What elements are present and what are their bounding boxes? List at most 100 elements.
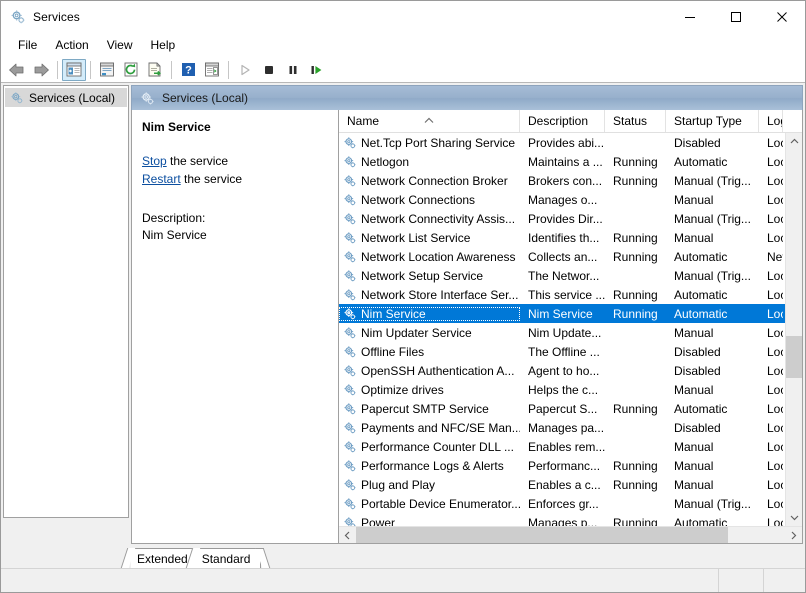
menu-help[interactable]: Help — [142, 35, 185, 55]
service-name-label: Net.Tcp Port Sharing Service — [361, 136, 515, 150]
service-name-label: Network Location Awareness — [361, 250, 516, 264]
stop-service-icon[interactable] — [257, 59, 281, 81]
help-icon[interactable]: ? — [176, 59, 200, 81]
table-row[interactable]: Papercut SMTP ServicePapercut S...Runnin… — [339, 399, 785, 418]
table-row[interactable]: PowerManages p...RunningAutomaticLoc — [339, 513, 785, 526]
pause-service-icon[interactable] — [281, 59, 305, 81]
sidebar-item-services-local[interactable]: Services (Local) — [5, 88, 127, 107]
cell-status: Running — [605, 231, 666, 245]
cell-description: Maintains a ... — [520, 155, 605, 169]
scroll-up-arrow-icon[interactable] — [786, 133, 802, 150]
service-gear-icon — [343, 326, 357, 340]
table-row[interactable]: Network Setup ServiceThe Networ...Manual… — [339, 266, 785, 285]
column-header-label: Status — [613, 114, 647, 128]
services-gear-icon — [10, 9, 26, 25]
column-header-log-on-as[interactable]: Log — [759, 110, 783, 132]
horizontal-scrollbar[interactable] — [339, 526, 802, 543]
show-hide-console-tree-icon[interactable] — [62, 59, 86, 81]
table-row[interactable]: Payments and NFC/SE Man...Manages pa...D… — [339, 418, 785, 437]
service-name-label: Nim Service — [361, 307, 426, 321]
console-tree-pane: Services (Local) — [3, 85, 129, 518]
service-gear-icon — [343, 288, 357, 302]
menu-file[interactable]: File — [9, 35, 46, 55]
table-row[interactable]: Plug and PlayEnables a c...RunningManual… — [339, 475, 785, 494]
service-gear-icon — [343, 497, 357, 511]
table-row[interactable]: Network Location AwarenessCollects an...… — [339, 247, 785, 266]
service-gear-icon — [343, 440, 357, 454]
restart-service-icon[interactable] — [305, 59, 329, 81]
toolbar-separator — [171, 61, 172, 79]
maximize-button[interactable] — [713, 1, 759, 33]
service-gear-icon — [343, 459, 357, 473]
column-header-status[interactable]: Status — [605, 110, 666, 132]
horizontal-scroll-track[interactable] — [356, 527, 785, 543]
service-gear-icon — [343, 478, 357, 492]
table-row[interactable]: Network Connection BrokerBrokers con...R… — [339, 171, 785, 190]
cell-description: Provides Dir... — [520, 212, 605, 226]
vertical-scroll-track[interactable] — [786, 150, 802, 509]
table-row[interactable]: Nim Updater ServiceNim Update...ManualLo… — [339, 323, 785, 342]
cell-description: Enables rem... — [520, 440, 605, 454]
column-header-startup-type[interactable]: Startup Type — [666, 110, 759, 132]
export-list-icon[interactable] — [143, 59, 167, 81]
back-icon[interactable] — [5, 59, 29, 81]
service-gear-icon — [343, 136, 357, 150]
table-row-selected[interactable]: Nim ServiceNim ServiceRunningAutomaticLo… — [339, 304, 785, 323]
service-gear-icon — [343, 212, 357, 226]
table-row[interactable]: Optimize drivesHelps the c...ManualLoc — [339, 380, 785, 399]
table-row[interactable]: Performance Counter DLL ... Enables rem..… — [339, 437, 785, 456]
cell-log-on-as: Loc — [759, 269, 783, 283]
cell-log-on-as: Loc — [759, 459, 783, 473]
service-gear-icon — [343, 174, 357, 188]
table-row[interactable]: Net.Tcp Port Sharing ServiceProvides abi… — [339, 133, 785, 152]
restart-service-link[interactable]: Restart — [142, 172, 181, 186]
cell-status: Running — [605, 174, 666, 188]
menu-view[interactable]: View — [98, 35, 142, 55]
table-row[interactable]: Network List ServiceIdentifies th...Runn… — [339, 228, 785, 247]
sidebar-item-label: Services (Local) — [29, 91, 115, 105]
refresh-icon[interactable] — [119, 59, 143, 81]
service-gear-icon — [343, 288, 357, 302]
table-row[interactable]: Portable Device Enumerator...Enforces gr… — [339, 494, 785, 513]
table-row[interactable]: Offline FilesThe Offline ...DisabledLoc — [339, 342, 785, 361]
vertical-scroll-thumb[interactable] — [786, 336, 802, 378]
table-row[interactable]: NetlogonMaintains a ...RunningAutomaticL… — [339, 152, 785, 171]
menu-action[interactable]: Action — [46, 35, 97, 55]
service-detail-pane: Nim Service Stop the service Restart the… — [131, 110, 339, 544]
minimize-button[interactable] — [667, 1, 713, 33]
column-header-name[interactable]: Name — [339, 110, 520, 132]
results-pane: Services (Local) Nim Service Stop the se… — [131, 85, 803, 544]
forward-icon[interactable] — [29, 59, 53, 81]
status-bar-segment-3 — [764, 569, 805, 592]
table-row[interactable]: Performance Logs & AlertsPerformanc...Ru… — [339, 456, 785, 475]
show-action-pane-icon[interactable] — [200, 59, 224, 81]
column-header-description[interactable]: Description — [520, 110, 605, 132]
properties-icon[interactable] — [95, 59, 119, 81]
table-row[interactable]: Network Store Interface Ser...This servi… — [339, 285, 785, 304]
cell-description: Enforces gr... — [520, 497, 605, 511]
table-row[interactable]: Network Connectivity Assis...Provides Di… — [339, 209, 785, 228]
service-name-label: Performance Counter DLL ... — [361, 440, 514, 454]
table-row[interactable]: OpenSSH Authentication A...Agent to ho..… — [339, 361, 785, 380]
service-gear-icon — [343, 155, 357, 169]
tab-standard[interactable]: Standard — [196, 548, 262, 568]
column-header-label: Name — [347, 114, 379, 128]
cell-startup-type: Automatic — [666, 288, 759, 302]
scroll-left-arrow-icon[interactable] — [339, 527, 356, 543]
list-body: Net.Tcp Port Sharing ServiceProvides abi… — [339, 133, 802, 526]
cell-log-on-as: Loc — [759, 421, 783, 435]
table-row[interactable]: Network ConnectionsManages o...ManualLoc — [339, 190, 785, 209]
svg-text:?: ? — [185, 64, 192, 76]
mmc-header-band: Services (Local) — [131, 85, 803, 110]
stop-service-link[interactable]: Stop — [142, 154, 167, 168]
vertical-scrollbar[interactable] — [785, 133, 802, 526]
close-button[interactable] — [759, 1, 805, 33]
horizontal-scroll-thumb[interactable] — [356, 527, 728, 543]
cell-description: Nim Service — [520, 307, 605, 321]
cell-startup-type: Automatic — [666, 516, 759, 527]
service-name-label: Power — [361, 516, 395, 527]
cell-service-name: OpenSSH Authentication A... — [339, 364, 520, 378]
scroll-right-arrow-icon[interactable] — [785, 527, 802, 543]
start-service-icon[interactable] — [233, 59, 257, 81]
scroll-down-arrow-icon[interactable] — [786, 509, 802, 526]
